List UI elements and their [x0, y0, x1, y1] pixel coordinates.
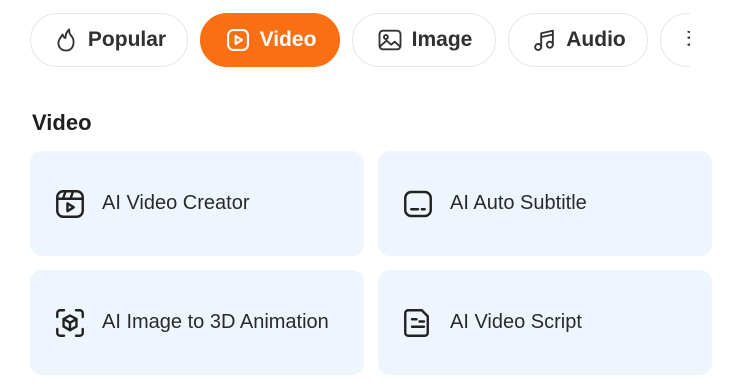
partially-visible-icon: [679, 26, 690, 54]
tab-video[interactable]: Video: [200, 13, 340, 67]
script-document-icon: [400, 305, 436, 341]
cube-scan-icon: [52, 305, 88, 341]
music-note-icon: [530, 26, 558, 54]
tab-partially-visible[interactable]: [660, 13, 690, 67]
tool-grid: AI Video Creator AI Auto Subtitle AI Ima…: [30, 151, 712, 375]
card-ai-auto-subtitle[interactable]: AI Auto Subtitle: [378, 151, 712, 256]
card-label: AI Auto Subtitle: [450, 192, 587, 214]
section-title: Video: [32, 110, 92, 135]
card-ai-image-to-3d-animation[interactable]: AI Image to 3D Animation: [30, 270, 364, 375]
tab-image[interactable]: Image: [352, 13, 496, 67]
card-label: AI Video Script: [450, 311, 582, 333]
category-tabs: Popular Video Image Audio: [30, 12, 690, 68]
play-square-icon: [224, 26, 252, 54]
tab-audio[interactable]: Audio: [508, 13, 648, 67]
image-icon: [376, 26, 404, 54]
tab-popular-label: Popular: [87, 28, 167, 51]
subtitle-icon: [400, 186, 436, 222]
video-creator-icon: [52, 186, 88, 222]
tab-video-label: Video: [259, 28, 317, 51]
flame-icon: [52, 26, 80, 54]
card-ai-video-creator[interactable]: AI Video Creator: [30, 151, 364, 256]
tab-audio-label: Audio: [566, 28, 626, 51]
tab-popular[interactable]: Popular: [30, 13, 188, 67]
tab-image-label: Image: [411, 28, 473, 51]
card-label: AI Image to 3D Animation: [102, 311, 329, 333]
card-ai-video-script[interactable]: AI Video Script: [378, 270, 712, 375]
card-label: AI Video Creator: [102, 192, 250, 214]
